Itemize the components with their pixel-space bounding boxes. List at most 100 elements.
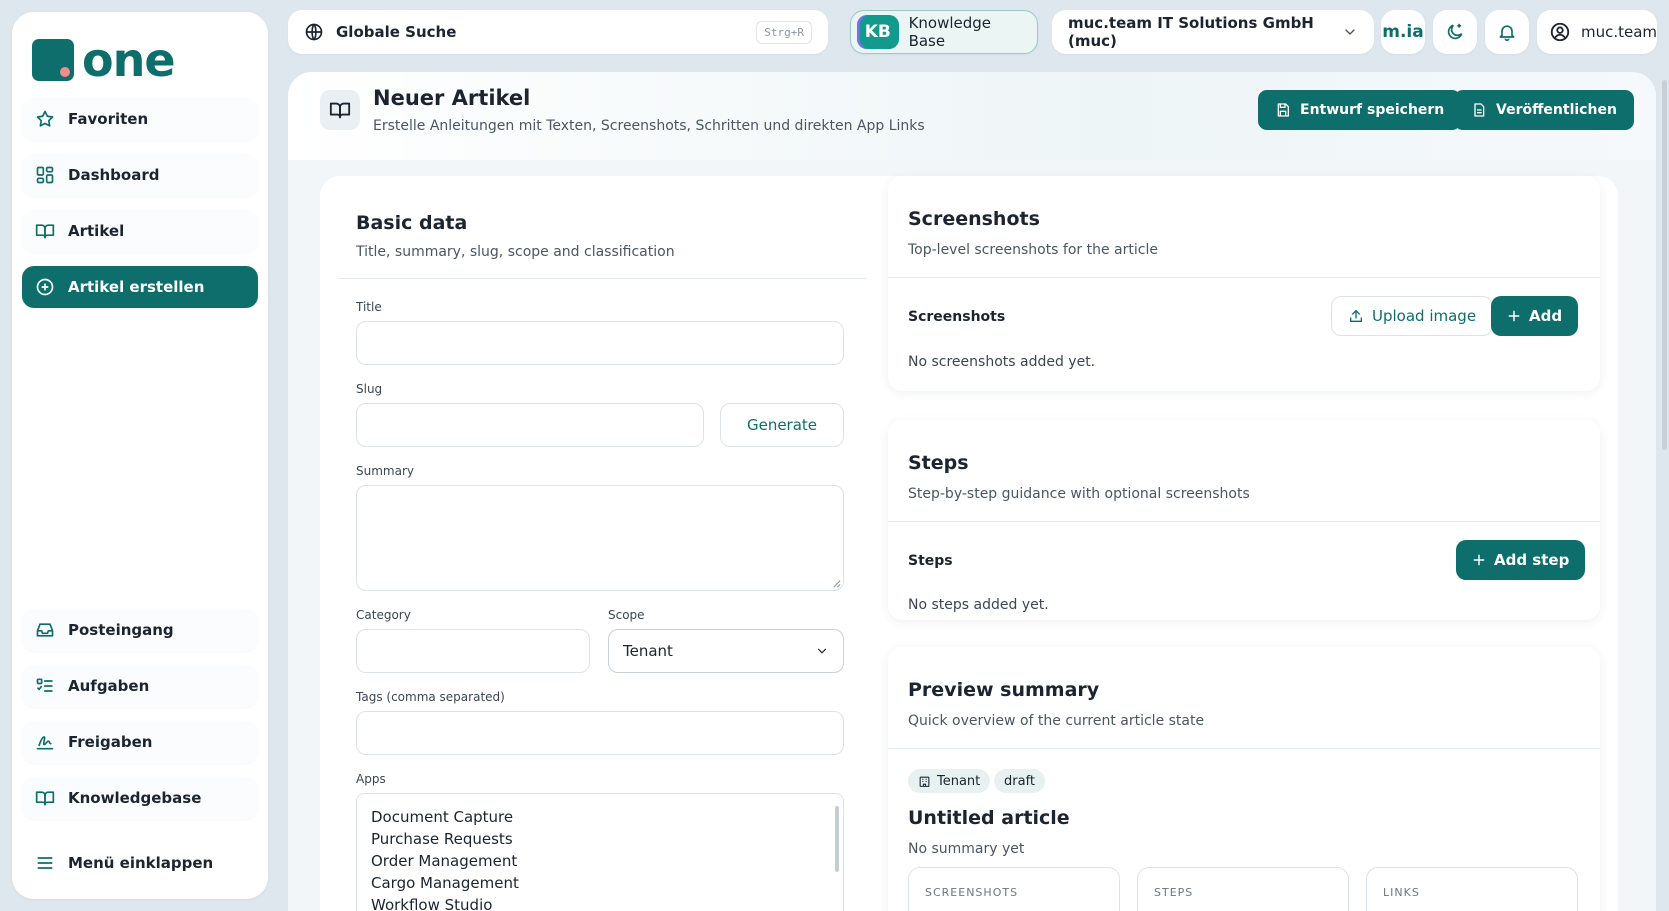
apps-option[interactable]: Cargo Management <box>371 872 829 894</box>
tenant-select[interactable]: muc.team IT Solutions GmbH (muc) <box>1052 10 1374 54</box>
slug-input[interactable] <box>356 403 704 447</box>
upload-image-button[interactable]: Upload image <box>1331 296 1494 336</box>
article-summary-preview: No summary yet <box>908 841 1025 857</box>
mia-button[interactable]: m.ia <box>1381 10 1425 54</box>
knowledge-base-switcher[interactable]: KB Knowledge Base <box>850 10 1038 54</box>
category-input[interactable] <box>356 629 590 673</box>
theme-toggle-button[interactable] <box>1433 10 1477 54</box>
divider <box>338 278 866 279</box>
tags-field-label: Tags (comma separated) <box>356 690 505 704</box>
category-field-label: Category <box>356 608 411 622</box>
sidebar: one Favoriten Dashboard Artikel Artikel … <box>12 12 268 899</box>
search-shortcut: Strg+R <box>756 20 812 44</box>
signature-icon <box>34 731 56 753</box>
tasks-icon <box>34 675 56 697</box>
book-icon <box>34 220 56 242</box>
global-search[interactable]: Globale Suche Strg+R <box>288 10 828 54</box>
apps-option[interactable]: Workflow Studio <box>371 894 829 911</box>
sidebar-item-label: Knowledgebase <box>68 789 202 807</box>
scope-select[interactable]: Tenant <box>608 629 844 673</box>
screenshots-title: Screenshots <box>908 208 1040 230</box>
screenshots-stat: SCREENSHOTS <box>908 867 1120 911</box>
steps-row-label: Steps <box>908 553 953 569</box>
main-content: Neuer Artikel Erstelle Anleitungen mit T… <box>288 72 1656 911</box>
scope-chip: Tenant <box>908 769 991 793</box>
tags-input[interactable] <box>356 711 844 755</box>
sidebar-item-label: Artikel <box>68 222 125 240</box>
divider <box>888 748 1600 749</box>
collapse-menu-label: Menü einklappen <box>68 854 214 872</box>
page-title: Neuer Artikel <box>373 86 531 110</box>
sidebar-item-knowledgebase[interactable]: Knowledgebase <box>22 777 258 819</box>
sidebar-item-label: Aufgaben <box>68 677 150 695</box>
apps-option[interactable]: Order Management <box>371 850 829 872</box>
sidebar-item-aufgaben[interactable]: Aufgaben <box>22 665 258 707</box>
sidebar-item-artikel-erstellen[interactable]: Artikel erstellen <box>22 266 258 308</box>
sidebar-item-favoriten[interactable]: Favoriten <box>22 98 258 140</box>
divider <box>888 277 1600 278</box>
basic-data-section: Basic data Title, summary, slug, scope a… <box>338 176 866 911</box>
steps-title: Steps <box>908 452 969 474</box>
page-scrollbar[interactable] <box>1660 72 1669 911</box>
links-stat: LINKS <box>1366 867 1578 911</box>
plus-icon <box>1472 553 1486 567</box>
kb-label: Knowledge Base <box>908 14 992 50</box>
upload-image-label: Upload image <box>1372 307 1477 325</box>
title-input[interactable] <box>356 321 844 365</box>
add-step-button[interactable]: Add step <box>1456 540 1586 580</box>
apps-listbox[interactable]: Document Capture Purchase Requests Order… <box>356 793 844 911</box>
save-icon <box>1275 102 1291 118</box>
scope-chip-label: Tenant <box>937 773 981 789</box>
tenant-label: muc.team IT Solutions GmbH (muc) <box>1068 14 1314 50</box>
page-scrollbar-thumb[interactable] <box>1662 80 1667 450</box>
inbox-icon <box>34 619 56 641</box>
apps-option[interactable]: Document Capture <box>371 806 829 828</box>
sidebar-item-label: Posteingang <box>68 621 174 639</box>
screenshots-row-label: Screenshots <box>908 309 1006 325</box>
bell-icon <box>1497 22 1517 42</box>
add-screenshot-label: Add <box>1529 307 1563 325</box>
dashboard-icon <box>34 164 56 186</box>
sidebar-item-label: Artikel erstellen <box>68 278 205 296</box>
add-step-label: Add step <box>1494 551 1570 569</box>
collapse-menu-button[interactable]: Menü einklappen <box>22 842 258 884</box>
sidebar-item-label: Freigaben <box>68 733 153 751</box>
sidebar-item-dashboard[interactable]: Dashboard <box>22 154 258 196</box>
steps-stat: STEPS <box>1137 867 1349 911</box>
add-screenshot-button[interactable]: Add <box>1491 296 1579 336</box>
steps-subtitle: Step-by-step guidance with optional scre… <box>908 486 1250 502</box>
publish-button[interactable]: Veröffentlichen <box>1454 90 1634 130</box>
publish-label: Veröffentlichen <box>1496 102 1617 118</box>
slug-field-label: Slug <box>356 382 383 396</box>
notifications-button[interactable] <box>1485 10 1529 54</box>
listbox-scrollbar[interactable] <box>835 806 839 872</box>
sidebar-item-posteingang[interactable]: Posteingang <box>22 609 258 651</box>
plus-icon <box>1507 309 1521 323</box>
resize-handle-icon[interactable] <box>832 579 841 588</box>
app-logo[interactable]: one <box>32 30 176 90</box>
generate-slug-button[interactable]: Generate <box>720 403 844 447</box>
chevron-down-icon <box>815 644 829 658</box>
sidebar-item-label: Favoriten <box>68 110 149 128</box>
upload-icon <box>1348 308 1364 324</box>
steps-empty-text: No steps added yet. <box>908 597 1049 613</box>
logo-mark <box>32 39 74 81</box>
basic-data-subtitle: Title, summary, slug, scope and classifi… <box>356 244 675 260</box>
book-icon <box>320 90 360 130</box>
page-subtitle: Erstelle Anleitungen mit Texten, Screens… <box>373 118 925 134</box>
editor-panel: Basic data Title, summary, slug, scope a… <box>320 176 1618 911</box>
apps-option[interactable]: Purchase Requests <box>371 828 829 850</box>
sidebar-item-freigaben[interactable]: Freigaben <box>22 721 258 763</box>
divider <box>888 521 1600 522</box>
save-draft-button[interactable]: Entwurf speichern <box>1258 90 1462 130</box>
user-menu[interactable]: muc.team <box>1537 10 1657 54</box>
document-icon <box>1471 102 1487 118</box>
page-header: Neuer Artikel Erstelle Anleitungen mit T… <box>288 72 1656 160</box>
summary-textarea[interactable] <box>356 485 844 591</box>
steps-card: Steps Step-by-step guidance with optiona… <box>888 420 1600 620</box>
article-title-preview: Untitled article <box>908 807 1070 829</box>
screenshots-card: Screenshots Top-level screenshots for th… <box>888 176 1600 391</box>
save-draft-label: Entwurf speichern <box>1300 102 1445 118</box>
sidebar-item-artikel[interactable]: Artikel <box>22 210 258 252</box>
sidebar-item-label: Dashboard <box>68 166 160 184</box>
